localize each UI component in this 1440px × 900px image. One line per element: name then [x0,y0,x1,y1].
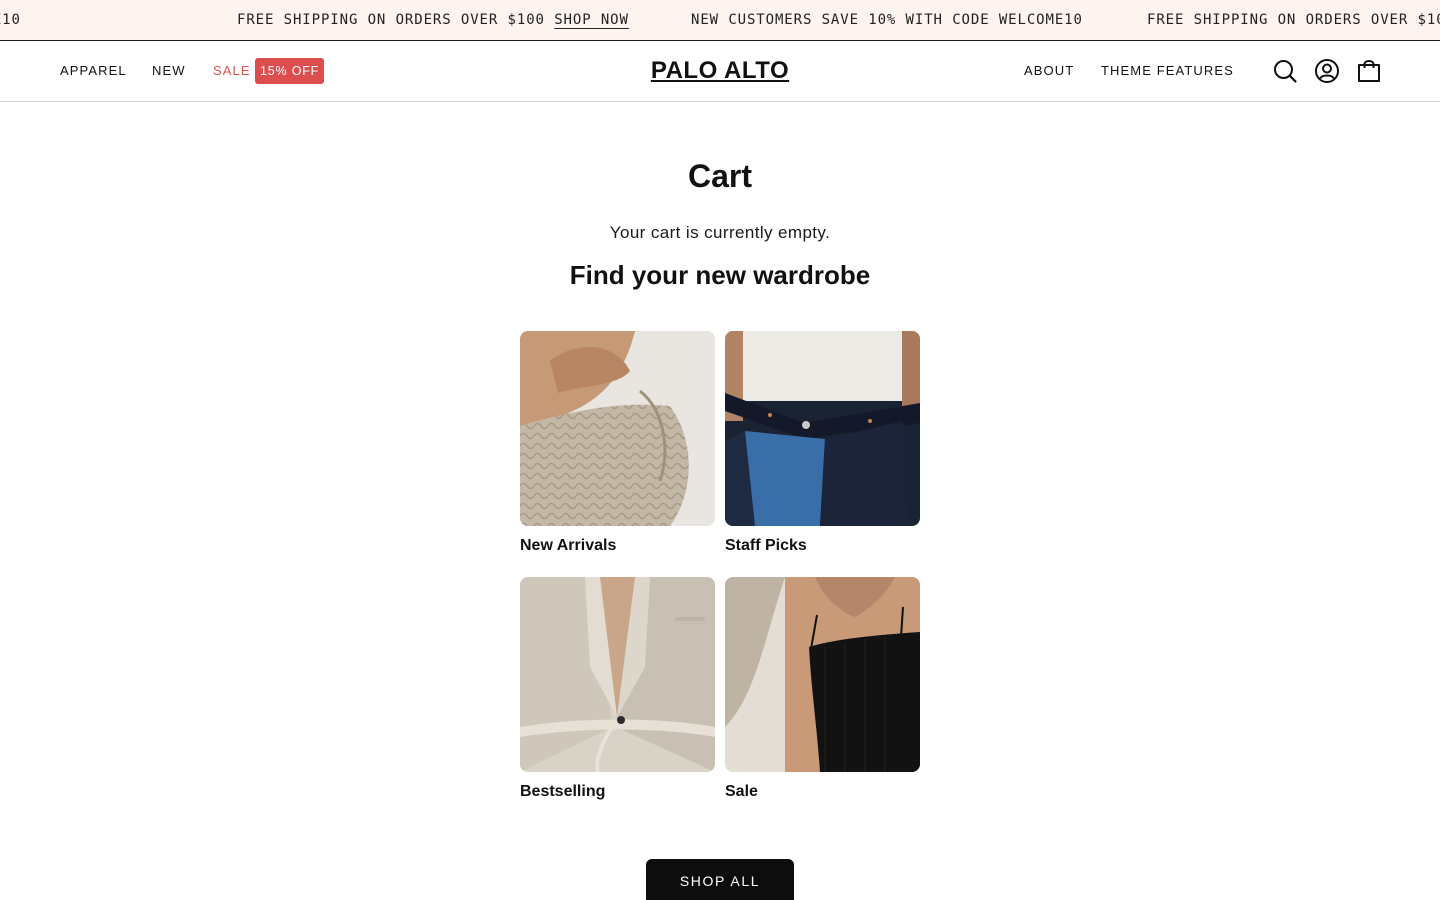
account-icon [1315,59,1339,83]
collection-label: Staff Picks [725,537,807,554]
shop-now-link[interactable]: SHOP NOW [554,12,629,28]
shop-all-button[interactable]: SHOP ALL [646,859,794,900]
nav-new[interactable]: NEW [152,41,186,101]
cart-bag-icon [1358,59,1380,82]
search-button[interactable] [1272,58,1298,84]
collection-image [520,577,715,772]
collection-image [520,331,715,526]
account-button[interactable] [1314,58,1340,84]
announcement-item: NEW CUSTOMERS SAVE 10% WITH CODE WELCOME… [691,0,1083,40]
announcement-text: FREE SHIPPING ON ORDERS OVER $100 [237,12,545,28]
announcement-item: NEW CUSTOMERS SAVE 10% WITH CODE WELCOME… [0,0,21,40]
collection-card-bestselling[interactable]: Bestselling [520,577,715,801]
collection-label: New Arrivals [520,537,617,554]
sale-badge: 15% OFF [255,58,325,84]
collection-image [725,331,920,526]
site-header: APPAREL NEW SALE 15% OFF PALO ALTO ABOUT… [0,41,1440,102]
announcement-text: NEW CUSTOMERS SAVE 10% WITH CODE WELCOME… [691,12,1083,28]
announcement-item: FREE SHIPPING ON ORDERS OVER $100 [1147,0,1440,40]
collections-heading: Find your new wardrobe [569,260,871,290]
site-logo[interactable]: PALO ALTO [620,41,820,101]
announcement-text: NEW CUSTOMERS SAVE 10% WITH CODE WELCOME… [0,12,21,28]
collection-label: Bestselling [520,783,606,800]
announcement-text: FREE SHIPPING ON ORDERS OVER $100 [1147,12,1440,28]
collection-card-new-arrivals[interactable]: New Arrivals [520,331,715,555]
collection-card-sale[interactable]: Sale [725,577,920,801]
nav-theme-features[interactable]: THEME FEATURES [1101,41,1234,101]
empty-cart-message: Your cart is currently empty. [609,223,831,242]
nav-apparel[interactable]: APPAREL [60,41,127,101]
cart-button[interactable] [1356,58,1382,84]
search-icon [1274,60,1297,83]
collection-label: Sale [725,783,758,800]
collection-card-staff-picks[interactable]: Staff Picks [725,331,920,555]
nav-about[interactable]: ABOUT [1024,41,1074,101]
page-title: Cart [687,158,752,194]
announcement-item: FREE SHIPPING ON ORDERS OVER $100 SHOP N… [237,0,629,40]
nav-sale[interactable]: SALE [213,41,251,101]
collection-image [725,577,920,772]
announcement-bar: NEW CUSTOMERS SAVE 10% WITH CODE WELCOME… [0,0,1440,41]
